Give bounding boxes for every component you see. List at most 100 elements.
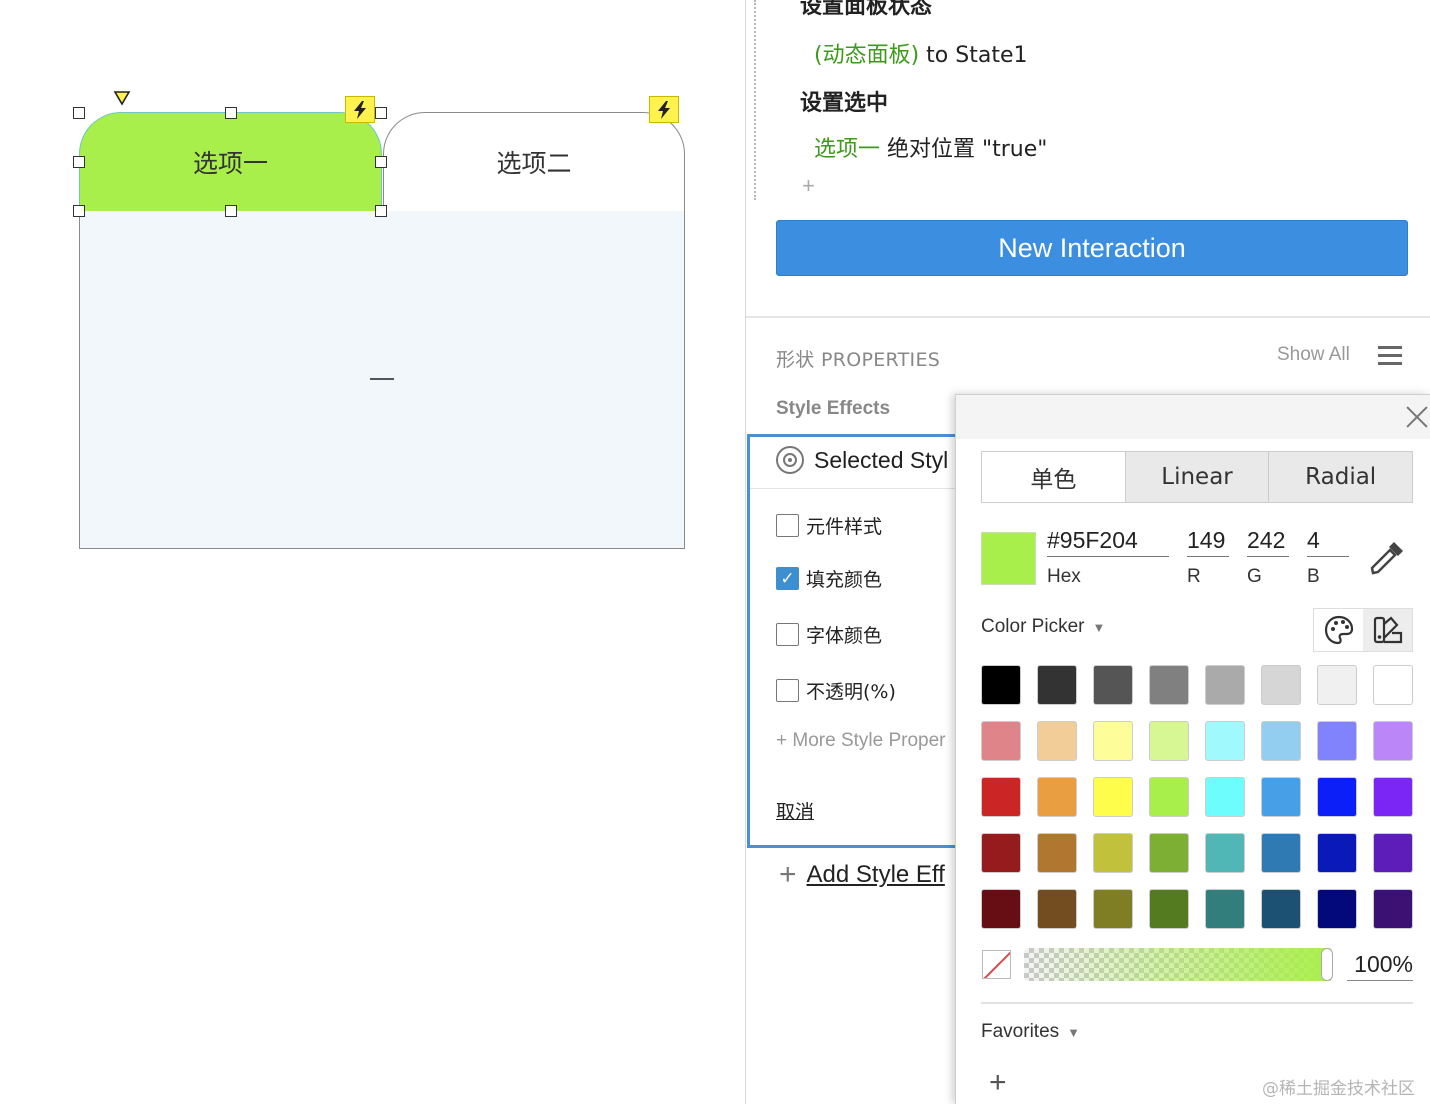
color-swatch[interactable] <box>1093 777 1133 817</box>
show-all-link[interactable]: Show All <box>1277 344 1350 366</box>
color-picker-label: Color Picker <box>981 616 1085 637</box>
hamburger-icon[interactable] <box>1378 346 1402 366</box>
action-set-panel-state[interactable]: 设置面板状态 <box>800 0 932 20</box>
current-color-swatch <box>981 532 1036 585</box>
checkbox-icon[interactable] <box>776 623 799 646</box>
action-set-selected[interactable]: 设置选中 <box>800 85 888 117</box>
no-color-icon[interactable] <box>982 950 1011 979</box>
color-swatch[interactable] <box>1037 889 1077 929</box>
tab-radial[interactable]: Radial <box>1269 452 1412 502</box>
resize-handle-left[interactable] <box>73 156 85 168</box>
checkbox-widget-style[interactable]: 元件样式 <box>776 512 882 539</box>
color-swatch[interactable] <box>1093 889 1133 929</box>
panel-divider[interactable] <box>745 0 746 1104</box>
color-swatch[interactable] <box>981 833 1021 873</box>
add-favorite-icon[interactable]: + <box>989 1066 1007 1100</box>
action-set-selected-detail[interactable]: 选项一 绝对位置 "true" <box>814 131 1047 163</box>
opacity-slider[interactable] <box>1024 948 1332 981</box>
color-swatch[interactable] <box>1037 665 1077 705</box>
color-swatch[interactable] <box>1261 833 1301 873</box>
color-swatch[interactable] <box>1205 889 1245 929</box>
picker-mode-toggle <box>1313 608 1413 652</box>
blue-input[interactable]: 4 <box>1307 527 1349 557</box>
resize-handle-bottom-right[interactable] <box>375 205 387 217</box>
color-swatch[interactable] <box>1373 665 1413 705</box>
red-input[interactable]: 149 <box>1187 527 1229 557</box>
cancel-link[interactable]: 取消 <box>776 797 814 824</box>
color-swatch[interactable] <box>1261 721 1301 761</box>
color-swatch[interactable] <box>1373 777 1413 817</box>
resize-handle-bottom[interactable] <box>225 205 237 217</box>
picker-header <box>956 395 1430 439</box>
resize-handle-right[interactable] <box>375 156 387 168</box>
color-swatch[interactable] <box>1317 777 1357 817</box>
color-swatch[interactable] <box>1373 833 1413 873</box>
green-input[interactable]: 242 <box>1247 527 1289 557</box>
opacity-slider-handle[interactable] <box>1321 948 1333 981</box>
color-swatch[interactable] <box>1317 665 1357 705</box>
more-style-properties-link[interactable]: + More Style Proper <box>776 730 946 752</box>
checkmark-icon[interactable]: ✓ <box>776 567 799 590</box>
close-icon[interactable] <box>1403 403 1430 431</box>
checkbox-label: 不透明(%) <box>806 681 896 703</box>
add-style-effect-button[interactable]: + Add Style Eff <box>779 858 945 892</box>
opacity-input[interactable]: 100% <box>1347 951 1413 981</box>
color-swatch[interactable] <box>1373 889 1413 929</box>
checkbox-icon[interactable] <box>776 514 799 537</box>
action-set-panel-state-detail[interactable]: (动态面板) to State1 <box>814 37 1027 69</box>
selected-style-header[interactable]: Selected Styl <box>776 446 948 474</box>
color-swatch[interactable] <box>1093 721 1133 761</box>
color-swatch[interactable] <box>981 889 1021 929</box>
color-swatch[interactable] <box>1317 833 1357 873</box>
add-action-icon[interactable]: + <box>802 173 815 199</box>
tab-option-2[interactable]: 选项二 <box>383 112 685 211</box>
resize-handle-top-left[interactable] <box>73 107 85 119</box>
color-swatch[interactable] <box>1373 721 1413 761</box>
tab-option-1[interactable]: 选项一 <box>79 112 382 211</box>
interaction-bolt-icon[interactable] <box>649 96 679 123</box>
eyedropper-icon[interactable] <box>1368 539 1406 577</box>
checkbox-fill-color[interactable]: ✓ 填充颜色 <box>776 565 882 592</box>
color-swatch[interactable] <box>1317 889 1357 929</box>
favorites-dropdown[interactable]: Favorites ▼ <box>981 1021 1080 1043</box>
tab-linear[interactable]: Linear <box>1126 452 1270 502</box>
new-interaction-button[interactable]: New Interaction <box>776 220 1408 276</box>
color-swatch[interactable] <box>1317 721 1357 761</box>
color-swatch[interactable] <box>1093 665 1133 705</box>
color-swatch[interactable] <box>1205 665 1245 705</box>
color-swatch[interactable] <box>1149 721 1189 761</box>
interaction-bolt-icon[interactable] <box>345 96 375 123</box>
resize-handle-top-right[interactable] <box>375 107 387 119</box>
resize-handle-top[interactable] <box>225 107 237 119</box>
color-swatch[interactable] <box>1261 889 1301 929</box>
color-swatch[interactable] <box>1037 777 1077 817</box>
color-swatch[interactable] <box>1037 721 1077 761</box>
color-swatch[interactable] <box>1261 777 1301 817</box>
color-swatch[interactable] <box>1093 833 1133 873</box>
hex-input[interactable]: #95F204 <box>1047 527 1169 557</box>
color-swatch[interactable] <box>1149 889 1189 929</box>
target-icon <box>776 446 804 474</box>
checkbox-font-color[interactable]: 字体颜色 <box>776 621 882 648</box>
color-swatch[interactable] <box>1205 721 1245 761</box>
color-swatch[interactable] <box>1037 833 1077 873</box>
color-swatch[interactable] <box>1149 777 1189 817</box>
favorites-label: Favorites <box>981 1021 1060 1042</box>
color-picker-dropdown[interactable]: Color Picker ▼ <box>981 616 1105 638</box>
checkbox-icon[interactable] <box>776 679 799 702</box>
color-swatch[interactable] <box>981 665 1021 705</box>
color-swatch[interactable] <box>1205 833 1245 873</box>
color-swatch[interactable] <box>1261 665 1301 705</box>
color-swatch[interactable] <box>1149 833 1189 873</box>
swatches-icon[interactable] <box>1363 609 1412 651</box>
palette-icon[interactable] <box>1314 609 1363 651</box>
color-swatch[interactable] <box>1205 777 1245 817</box>
checkbox-opacity[interactable]: 不透明(%) <box>776 677 896 704</box>
color-swatch[interactable] <box>1149 665 1189 705</box>
design-canvas[interactable]: 选项一 选项二 <box>0 0 746 1104</box>
resize-handle-bottom-left[interactable] <box>73 205 85 217</box>
tab-solid[interactable]: 单色 <box>982 452 1126 502</box>
color-swatch[interactable] <box>981 777 1021 817</box>
color-swatch[interactable] <box>981 721 1021 761</box>
rotation-anchor-icon[interactable] <box>113 90 131 106</box>
